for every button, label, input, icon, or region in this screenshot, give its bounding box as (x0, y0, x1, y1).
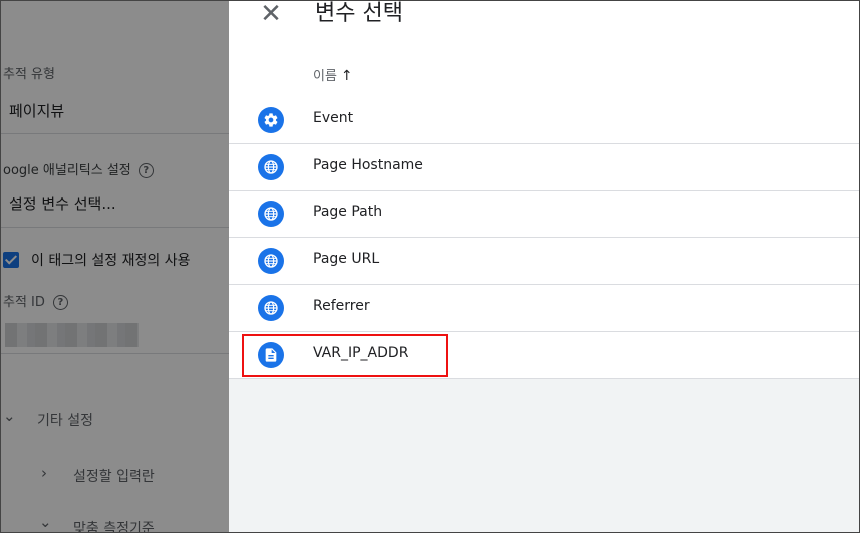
variable-name: Page URL (313, 251, 380, 267)
close-icon[interactable]: ✕ (259, 1, 283, 27)
globe-icon (258, 248, 284, 274)
highlight-box (242, 334, 448, 377)
variable-row[interactable]: Event (229, 97, 859, 144)
globe-icon (258, 154, 284, 180)
name-column-header[interactable]: 이름 ↑ (313, 65, 353, 84)
variable-select-drawer: ✕ 변수 선택 이름 ↑ Event Page Hostname Page Path P… (229, 1, 859, 532)
tag-config-panel: 추적 유형 페이지뷰 oogle 애널리틱스 설정? 설정 변수 선택... 이… (1, 1, 229, 532)
gear-icon (258, 107, 284, 133)
globe-icon (258, 201, 284, 227)
modal-overlay[interactable] (1, 1, 229, 532)
variable-name: Page Path (313, 204, 383, 220)
globe-icon (258, 295, 284, 321)
sort-ascending-icon: ↑ (340, 68, 353, 84)
screenshot-frame: 추적 유형 페이지뷰 oogle 애널리틱스 설정? 설정 변수 선택... 이… (0, 0, 860, 533)
variable-name: Event (313, 110, 354, 126)
variable-row[interactable]: Page Hostname (229, 144, 859, 191)
variable-row[interactable]: Referrer (229, 285, 859, 332)
variable-name: Referrer (313, 298, 370, 314)
variable-row[interactable]: Page Path (229, 191, 859, 238)
name-column-label: 이름 (313, 69, 337, 84)
drawer-title: 변수 선택 (315, 1, 403, 26)
drawer-header: ✕ 변수 선택 이름 ↑ (229, 1, 859, 98)
variable-row[interactable]: Page URL (229, 238, 859, 285)
variable-name: Page Hostname (313, 157, 423, 173)
